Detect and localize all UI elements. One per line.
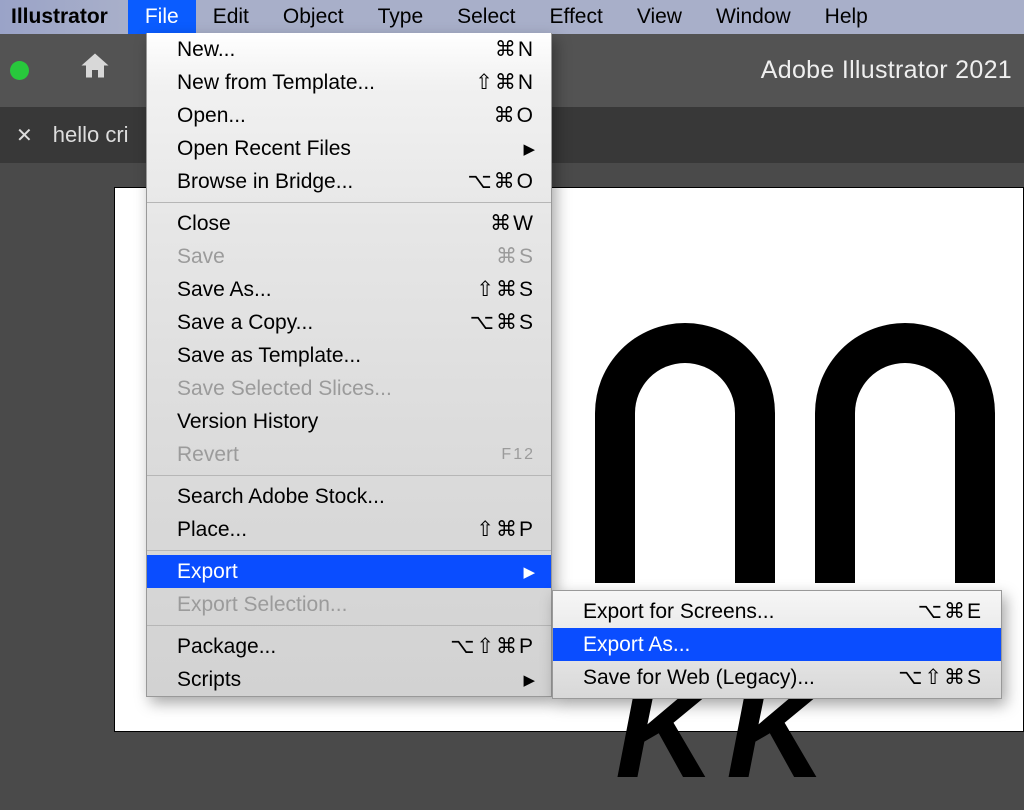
menu-item-open[interactable]: Open... ⌘O — [147, 99, 551, 132]
menu-item-scripts[interactable]: Scripts ▶ — [147, 663, 551, 696]
menu-item-label: Save a Copy... — [177, 311, 470, 335]
menu-item-label: Package... — [177, 635, 450, 659]
menu-item-shortcut: ⌘S — [496, 244, 535, 269]
menu-item-label: Place... — [177, 518, 476, 542]
menu-item-label: New... — [177, 38, 495, 62]
menu-item-label: Save Selected Slices... — [177, 377, 535, 401]
menu-item-shortcut: ⇧⌘N — [475, 70, 535, 95]
menubar-effect[interactable]: Effect — [533, 0, 620, 34]
menu-item-shortcut: ⇧⌘P — [476, 517, 535, 542]
menubar-help[interactable]: Help — [808, 0, 885, 34]
submenu-arrow-icon: ▶ — [523, 140, 535, 158]
export-submenu: Export for Screens... ⌥⌘E Export As... S… — [552, 590, 1002, 699]
menu-item-open-recent[interactable]: Open Recent Files ▶ — [147, 132, 551, 165]
menu-item-label: Open... — [177, 104, 494, 128]
submenu-item-export-for-screens[interactable]: Export for Screens... ⌥⌘E — [553, 595, 1001, 628]
menubar: Illustrator File Edit Object Type Select… — [0, 0, 1024, 34]
menu-item-export[interactable]: Export ▶ — [147, 555, 551, 588]
menu-item-shortcut: ⌘W — [490, 211, 535, 236]
menu-item-search-adobe-stock[interactable]: Search Adobe Stock... — [147, 480, 551, 513]
menu-item-label: Version History — [177, 410, 535, 434]
menu-item-label: Export As... — [583, 633, 983, 657]
menu-item-label: Save for Web (Legacy)... — [583, 666, 898, 690]
menu-item-shortcut: ⌥⇧⌘S — [898, 665, 983, 690]
tab-close-icon[interactable]: ✕ — [16, 123, 33, 148]
menu-item-browse-bridge[interactable]: Browse in Bridge... ⌥⌘O — [147, 165, 551, 198]
menu-item-save: Save ⌘S — [147, 240, 551, 273]
menu-item-shortcut: ⇧⌘S — [476, 277, 535, 302]
menu-item-close[interactable]: Close ⌘W — [147, 207, 551, 240]
menubar-select[interactable]: Select — [440, 0, 532, 34]
menu-item-label: Save As... — [177, 278, 476, 302]
menu-item-save-selected-slices: Save Selected Slices... — [147, 372, 551, 405]
menu-item-new[interactable]: New... ⌘N — [147, 33, 551, 66]
menu-item-place[interactable]: Place... ⇧⌘P — [147, 513, 551, 546]
app-title: Adobe Illustrator 2021 — [761, 56, 1012, 85]
menu-item-label: New from Template... — [177, 71, 475, 95]
menu-separator — [147, 550, 551, 551]
menu-item-label: Export — [177, 560, 523, 584]
artwork-glyph — [815, 323, 995, 583]
menu-item-save-a-copy[interactable]: Save a Copy... ⌥⌘S — [147, 306, 551, 339]
menu-item-label: Save as Template... — [177, 344, 535, 368]
menu-separator — [147, 202, 551, 203]
menu-item-save-as-template[interactable]: Save as Template... — [147, 339, 551, 372]
menu-item-export-selection: Export Selection... — [147, 588, 551, 621]
menu-item-shortcut: ⌘O — [494, 103, 535, 128]
menu-item-label: Scripts — [177, 668, 523, 692]
menu-separator — [147, 625, 551, 626]
menu-item-save-as[interactable]: Save As... ⇧⌘S — [147, 273, 551, 306]
menubar-edit[interactable]: Edit — [196, 0, 266, 34]
submenu-arrow-icon: ▶ — [523, 671, 535, 689]
menu-item-shortcut: F12 — [501, 446, 535, 464]
menu-item-new-from-template[interactable]: New from Template... ⇧⌘N — [147, 66, 551, 99]
menu-item-shortcut: ⌥⌘S — [470, 310, 535, 335]
file-menu-dropdown: New... ⌘N New from Template... ⇧⌘N Open.… — [146, 33, 552, 697]
menu-item-label: Revert — [177, 443, 501, 467]
traffic-light-green-icon[interactable] — [10, 61, 29, 80]
menubar-object[interactable]: Object — [266, 0, 361, 34]
menu-item-label: Close — [177, 212, 490, 236]
menubar-view[interactable]: View — [620, 0, 699, 34]
menu-item-label: Browse in Bridge... — [177, 170, 467, 194]
submenu-item-export-as[interactable]: Export As... — [553, 628, 1001, 661]
menubar-window[interactable]: Window — [699, 0, 808, 34]
tab-title[interactable]: hello cri — [53, 122, 129, 148]
menubar-type[interactable]: Type — [361, 0, 441, 34]
menubar-brand[interactable]: Illustrator — [0, 0, 128, 34]
menu-item-label: Open Recent Files — [177, 137, 523, 161]
home-icon[interactable] — [77, 49, 113, 93]
menu-item-label: Export for Screens... — [583, 600, 918, 624]
menu-item-label: Search Adobe Stock... — [177, 485, 535, 509]
submenu-item-save-for-web[interactable]: Save for Web (Legacy)... ⌥⇧⌘S — [553, 661, 1001, 694]
artwork-glyph — [595, 323, 775, 583]
menu-separator — [147, 475, 551, 476]
menu-item-shortcut: ⌥⇧⌘P — [450, 634, 535, 659]
menu-item-revert: Revert F12 — [147, 438, 551, 471]
menu-item-package[interactable]: Package... ⌥⇧⌘P — [147, 630, 551, 663]
menu-item-shortcut: ⌘N — [495, 37, 535, 62]
menu-item-shortcut: ⌥⌘O — [467, 169, 535, 194]
menu-item-label: Export Selection... — [177, 593, 535, 617]
menubar-file[interactable]: File — [128, 0, 196, 34]
menu-item-version-history[interactable]: Version History — [147, 405, 551, 438]
menu-item-label: Save — [177, 245, 496, 269]
submenu-arrow-icon: ▶ — [523, 563, 535, 581]
menu-item-shortcut: ⌥⌘E — [918, 599, 983, 624]
